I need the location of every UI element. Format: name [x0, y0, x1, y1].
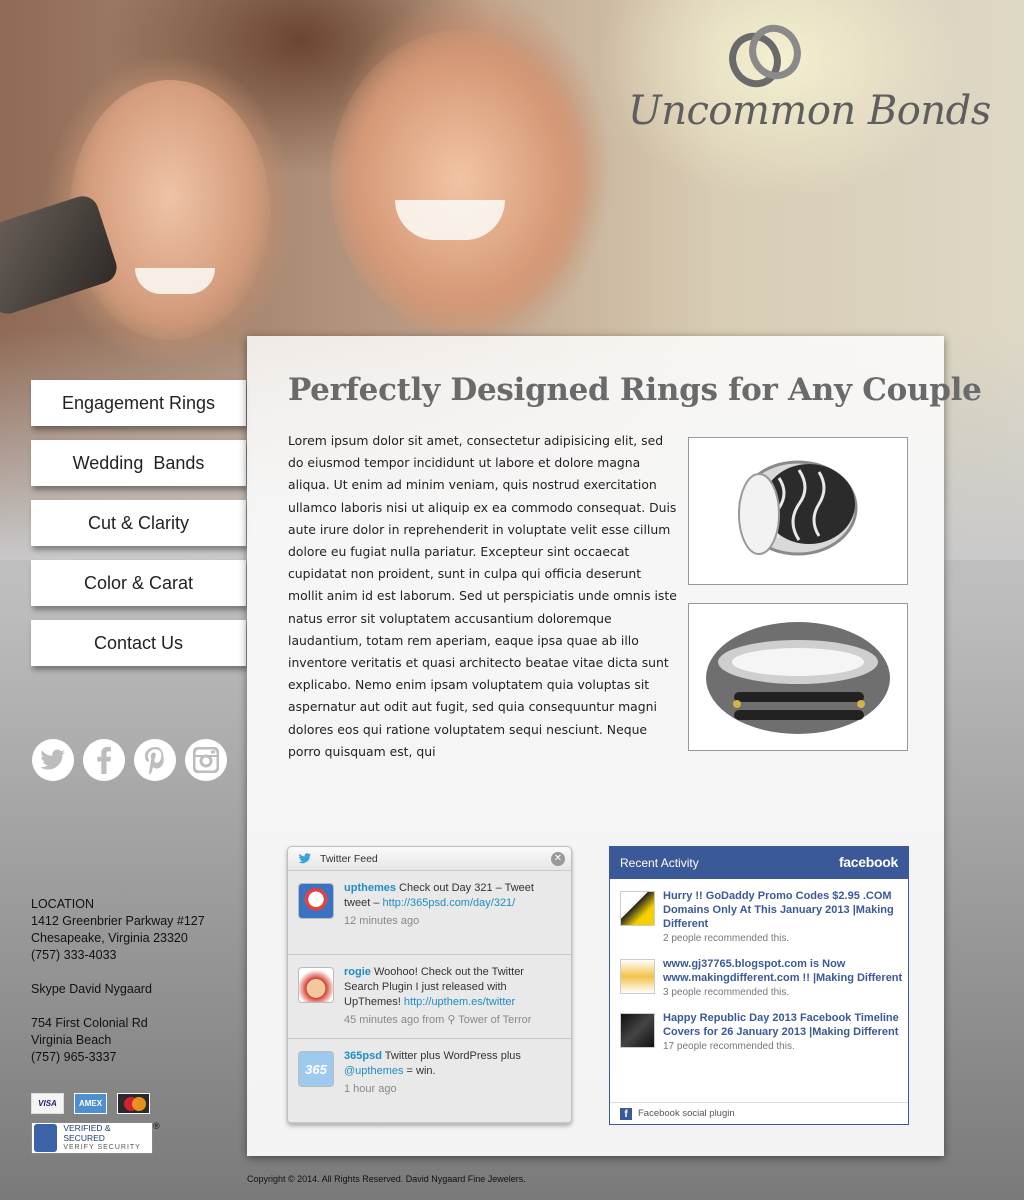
tweet-user[interactable]: rogie: [344, 966, 371, 978]
brand-logo[interactable]: Uncommon Bonds: [628, 24, 991, 134]
pinterest-icon[interactable]: [134, 739, 176, 781]
address-line: 754 First Colonial Rd: [31, 1016, 148, 1030]
activity-meta: 17 people recommended this.: [663, 1041, 795, 1052]
avatar[interactable]: 365: [298, 1051, 334, 1087]
twitter-icon[interactable]: [32, 739, 74, 781]
activity-link[interactable]: Happy Republic Day 2013 Facebook Timelin…: [663, 1011, 908, 1039]
facebook-plugin-label: Facebook social plugin: [638, 1108, 735, 1119]
location-heading: LOCATION: [31, 897, 94, 911]
brand-name: Uncommon Bonds: [628, 88, 991, 134]
avatar[interactable]: [298, 883, 334, 919]
page-title: Perfectly Designed Rings for Any Couple: [288, 372, 982, 408]
location-info: LOCATION 1412 Greenbrier Parkway #127 Ch…: [31, 896, 205, 1066]
facebook-widget-title: Recent Activity: [620, 856, 699, 870]
activity-thumbnail[interactable]: [620, 891, 655, 926]
activity-thumbnail[interactable]: [620, 1013, 655, 1048]
nav-contact-us[interactable]: Contact Us: [31, 620, 246, 666]
facebook-plugin-footer: f Facebook social plugin: [610, 1102, 908, 1124]
nav-wedding-bands[interactable]: Wedding Bands: [31, 440, 246, 486]
tweet: rogie Woohoo! Check out the Twitter Sear…: [288, 955, 571, 1039]
facebook-logo[interactable]: facebook: [839, 854, 898, 870]
twitter-feed-title: Twitter Feed: [320, 853, 378, 865]
tweet-text: = win.: [403, 1065, 436, 1077]
skype-contact: Skype David Nygaard: [31, 982, 152, 996]
instagram-icon[interactable]: [185, 739, 227, 781]
payment-cards: VISA AMEX: [31, 1093, 150, 1114]
facebook-activity-widget: Recent Activity facebook Hurry !! GoDadd…: [609, 846, 909, 1125]
phone-number: (757) 333-4033: [31, 948, 117, 962]
nav-cut-clarity[interactable]: Cut & Clarity: [31, 500, 246, 546]
close-icon[interactable]: ✕: [551, 852, 565, 866]
main-nav: Engagement Rings Wedding Bands Cut & Cla…: [31, 380, 246, 680]
address-line: Chesapeake, Virginia 23320: [31, 931, 188, 945]
tweet-time: 1 hour ago: [344, 1083, 397, 1095]
nav-color-carat[interactable]: Color & Carat: [31, 560, 246, 606]
tweet-link[interactable]: http://upthem.es/twitter: [404, 996, 515, 1008]
tweet: upthemes Check out Day 321 – Tweet tweet…: [288, 871, 571, 955]
facebook-icon[interactable]: [83, 739, 125, 781]
body-text: Lorem ipsum dolor sit amet, consectetur …: [288, 433, 677, 759]
nav-engagement-rings[interactable]: Engagement Rings: [31, 380, 246, 426]
verified-label: VERIFIED & SECURED: [63, 1123, 111, 1143]
activity-meta: 2 people recommended this.: [663, 933, 790, 944]
amex-card-icon: AMEX: [74, 1093, 107, 1114]
twitter-bird-icon: [298, 853, 311, 864]
tweet-time: 12 minutes ago: [344, 915, 420, 927]
tweet-list: upthemes Check out Day 321 – Tweet tweet…: [288, 871, 571, 1123]
tweet-link[interactable]: @upthemes: [344, 1065, 403, 1077]
activity-thumbnail[interactable]: [620, 959, 655, 994]
ring-image-cable[interactable]: [688, 603, 908, 751]
registered-mark: ®: [153, 1121, 160, 1131]
interlocked-rings-icon: [729, 24, 801, 88]
activity-meta: 3 people recommended this.: [663, 987, 790, 998]
social-links: [32, 739, 227, 781]
activity-item: Hurry !! GoDaddy Promo Codes $2.95 .COM …: [610, 889, 908, 947]
mastercard-icon: [117, 1093, 150, 1114]
tweet-text: Twitter plus WordPress plus: [381, 1050, 521, 1062]
verified-secured-badge[interactable]: VERIFIED & SECURED VERIFY SECURITY: [31, 1122, 153, 1154]
activity-link[interactable]: www.gj37765.blogspot.com is Now www.maki…: [663, 957, 908, 985]
activity-link[interactable]: Hurry !! GoDaddy Promo Codes $2.95 .COM …: [663, 889, 908, 931]
copyright: Copyright © 2014. All Rights Reserved. D…: [247, 1174, 526, 1184]
tweet-link[interactable]: http://365psd.com/day/321/: [383, 897, 516, 909]
verify-security-label: VERIFY SECURITY: [63, 1144, 141, 1151]
content-panel: Perfectly Designed Rings for Any Couple …: [247, 336, 982, 1156]
tweet: 365 365psd Twitter plus WordPress plus @…: [288, 1039, 571, 1123]
shield-lock-icon: [34, 1124, 58, 1152]
facebook-icon: f: [620, 1108, 632, 1120]
activity-item: www.gj37765.blogspot.com is Now www.maki…: [610, 957, 908, 1001]
tweet-user[interactable]: 365psd: [344, 1050, 382, 1062]
tweet-time: 45 minutes ago from ⚲ Tower of Terror: [344, 1014, 532, 1026]
visa-card-icon: VISA: [31, 1093, 64, 1114]
ring-image-ornate[interactable]: [688, 437, 908, 585]
phone-number: (757) 965-3337: [31, 1050, 117, 1064]
address-line: 1412 Greenbrier Parkway #127: [31, 914, 205, 928]
activity-item: Happy Republic Day 2013 Facebook Timelin…: [610, 1011, 908, 1055]
twitter-feed-widget: Twitter Feed ✕ upthemes Check out Day 32…: [287, 846, 572, 1124]
avatar[interactable]: [298, 967, 334, 1003]
address-line: Virginia Beach: [31, 1033, 112, 1047]
tweet-user[interactable]: upthemes: [344, 882, 396, 894]
